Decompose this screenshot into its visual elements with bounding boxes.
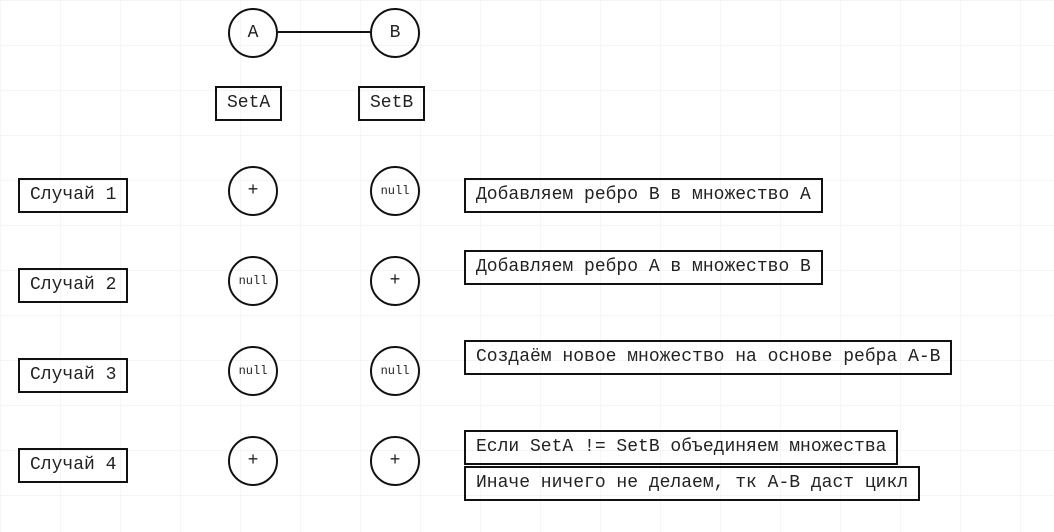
case-1-desc: Добавляем ребро B в множество A <box>464 178 823 213</box>
header-set-a: SetA <box>215 86 282 121</box>
case-1-b-text: null <box>381 184 410 198</box>
case-4-desc-1: Если SetA != SetB объединяем множества <box>464 430 898 465</box>
case-2-a: null <box>228 256 278 306</box>
node-b-label: B <box>390 23 401 43</box>
case-2-a-text: null <box>239 274 268 288</box>
case-4-label: Случай 4 <box>18 448 128 483</box>
header-set-b: SetB <box>358 86 425 121</box>
case-3-b-text: null <box>381 364 410 378</box>
case-4-b: + <box>370 436 420 486</box>
case-3-a-text: null <box>239 364 268 378</box>
case-2-b: + <box>370 256 420 306</box>
case-3-a: null <box>228 346 278 396</box>
case-4-desc-2: Иначе ничего не делаем, тк A-B даст цикл <box>464 466 920 501</box>
case-1-b: null <box>370 166 420 216</box>
case-2-desc: Добавляем ребро A в множество B <box>464 250 823 285</box>
case-4-a-text: + <box>248 451 259 471</box>
case-4-b-text: + <box>390 451 401 471</box>
case-4-a: + <box>228 436 278 486</box>
case-1-a: + <box>228 166 278 216</box>
case-3-b: null <box>370 346 420 396</box>
case-2-b-text: + <box>390 271 401 291</box>
case-2-label: Случай 2 <box>18 268 128 303</box>
node-a-label: A <box>248 23 259 43</box>
case-3-desc: Создаём новое множество на основе ребра … <box>464 340 952 375</box>
edge-a-b <box>278 31 370 33</box>
case-3-label: Случай 3 <box>18 358 128 393</box>
node-a: A <box>228 8 278 58</box>
case-1-a-text: + <box>248 181 259 201</box>
node-b: B <box>370 8 420 58</box>
case-1-label: Случай 1 <box>18 178 128 213</box>
